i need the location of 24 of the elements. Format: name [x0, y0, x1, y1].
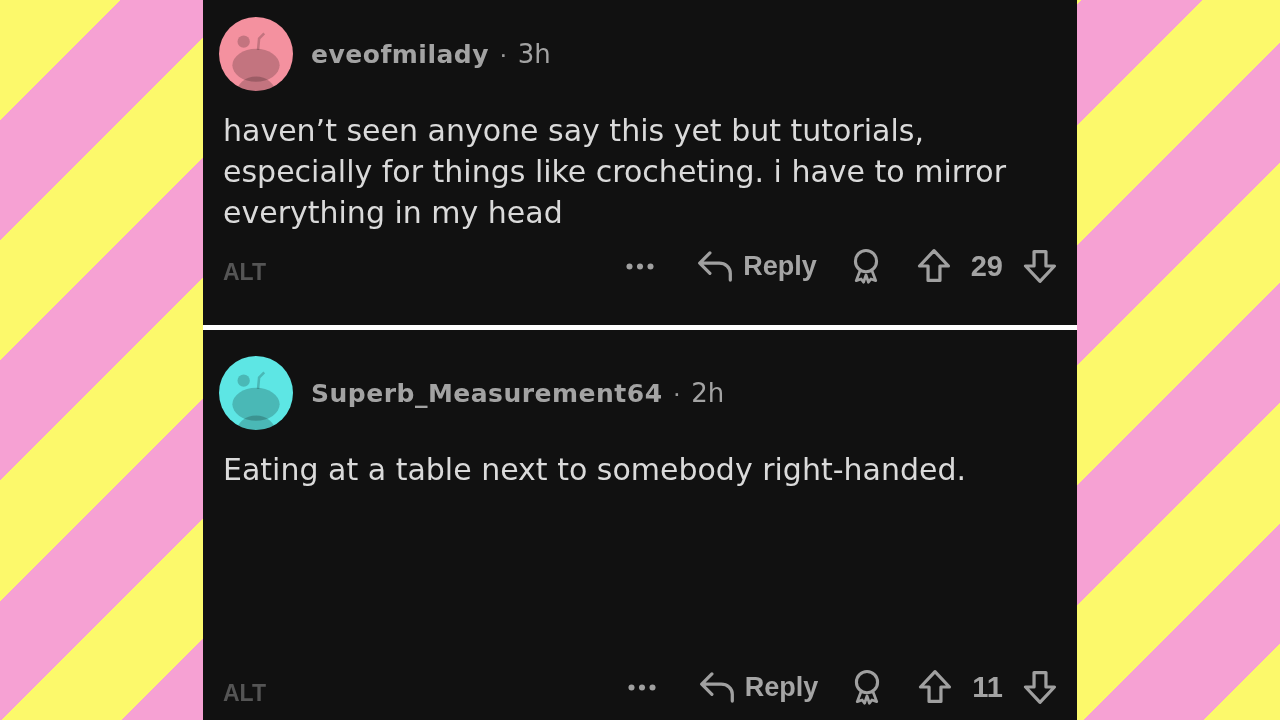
- comment-time: 3h: [517, 39, 551, 69]
- comment-text: haven’t seen anyone say this yet but tutorials, especially for things like crocheting. i have to mirror everything in my head: [223, 112, 1007, 232]
- comment-text: Eating at a table next to somebody right-handed.: [223, 451, 967, 489]
- vote-count: 11: [972, 670, 1003, 704]
- award-icon[interactable]: [854, 669, 881, 705]
- vote-count: 29: [970, 249, 1003, 283]
- meta-separator: ·: [499, 38, 508, 70]
- alt-label: ALT: [223, 258, 266, 286]
- award-icon[interactable]: [852, 248, 879, 284]
- downvote-icon[interactable]: [1023, 670, 1057, 704]
- meta-separator: ·: [672, 377, 682, 409]
- reply-icon: [699, 671, 734, 703]
- reply-button[interactable]: Reply: [698, 250, 817, 282]
- comment-time: 2h: [691, 378, 725, 408]
- more-icon[interactable]: [626, 262, 655, 270]
- more-icon[interactable]: [627, 683, 656, 691]
- username-link[interactable]: eveofmilady: [311, 39, 489, 69]
- reply-button[interactable]: Reply: [699, 671, 819, 703]
- downvote-icon[interactable]: [1023, 249, 1057, 283]
- username-link[interactable]: Superb_Measurement64: [311, 378, 663, 408]
- reply-icon: [698, 250, 733, 282]
- upvote-icon[interactable]: [916, 249, 951, 283]
- upvote-icon[interactable]: [918, 670, 953, 704]
- alt-label: ALT: [223, 679, 266, 707]
